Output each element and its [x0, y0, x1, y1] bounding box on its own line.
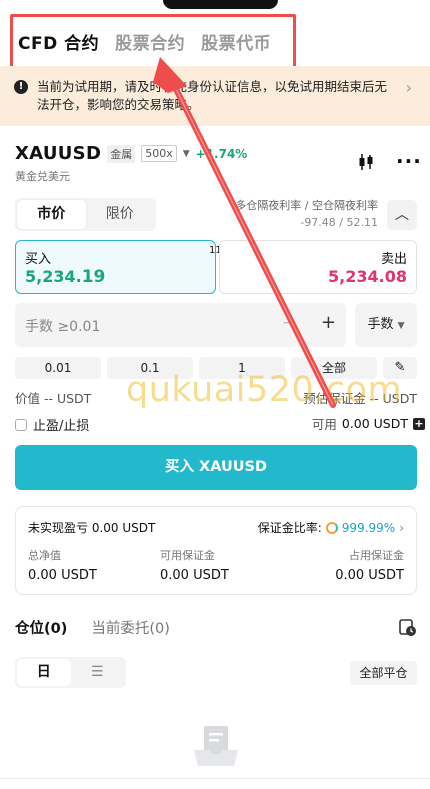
sell-price: 5,234.08 — [328, 267, 407, 286]
funding-value: -97.48 / 52.11 — [300, 216, 378, 229]
gauge-icon — [325, 521, 338, 534]
overnight-funding-rate: 多仓隔夜利率 / 空仓隔夜利率 -97.48 / 52.11 — [235, 197, 378, 231]
empty-document-icon — [194, 726, 238, 766]
tab-positions[interactable]: 仓位(0) — [15, 617, 67, 638]
candlestick-chart-icon[interactable] — [356, 152, 376, 172]
list-view-icon[interactable]: ☰ — [71, 659, 125, 686]
buy-price-box[interactable]: 买入 5,234.19 — [15, 240, 216, 294]
funding-label: 多仓隔夜利率 / 空仓隔夜利率 — [235, 199, 378, 212]
order-type-tabs: 市价 限价 — [15, 198, 156, 231]
available-amount: 0.00 USDT — [341, 416, 408, 431]
buy-price: 5,234.19 — [25, 267, 106, 287]
sell-label: 卖出 — [380, 252, 407, 267]
tpsl-label: 止盈/止损 — [33, 419, 90, 434]
unrealized-pnl: 未实现盈亏 0.00 USDT — [28, 521, 156, 535]
account-summary-card: 未实现盈亏 0.00 USDT 保证金比率: 999.99% › 总净值 0.0… — [15, 506, 417, 595]
caret-down-icon: ▼ — [397, 321, 405, 331]
view-toggle: 日 ☰ — [15, 657, 126, 688]
total-equity: 总净值 0.00 USDT — [28, 549, 97, 583]
card-view-button[interactable]: 日 — [17, 659, 71, 686]
buy-submit-button[interactable]: 买入 XAUUSD — [15, 445, 417, 490]
price-change: +1.74% — [195, 146, 248, 161]
warning-icon: ! — [14, 80, 28, 94]
more-options-icon[interactable]: ··· — [396, 151, 422, 171]
notice-text: 当前为试用期，请及时补充身份认证信息，以免试用期结束后无法开仓，影响您的交易策略… — [37, 79, 388, 112]
tab-limit-order[interactable]: 限价 — [86, 200, 155, 229]
quantity-unit-select[interactable]: 手数 ▼ — [355, 303, 417, 347]
instrument-header[interactable]: XAUUSD 金属 500x ▼ +1.74% — [15, 143, 247, 164]
quantity-input[interactable]: 手数 ≥0.01 − + — [15, 303, 346, 347]
tab-stock-contract[interactable]: 股票合约 — [115, 29, 185, 54]
tab-market-order[interactable]: 市价 — [17, 200, 86, 229]
close-all-positions-button[interactable]: 全部平仓 — [350, 661, 417, 685]
margin-ratio-label: 保证金比率: — [257, 521, 322, 535]
used-margin: 占用保证金 0.00 USDT — [335, 549, 404, 583]
available-label: 可用 — [311, 417, 337, 432]
bottom-divider — [0, 778, 430, 779]
sell-price-box[interactable]: 卖出 5,234.08 — [219, 240, 417, 294]
tab-cfd-contract[interactable]: CFD 合约 — [18, 29, 99, 54]
symbol-name: XAUUSD — [15, 143, 102, 164]
caret-down-icon[interactable]: ▼ — [183, 149, 190, 159]
margin-ratio[interactable]: 保证金比率: 999.99% › — [258, 519, 404, 536]
available-balance: 可用 0.00 USDT + — [312, 414, 425, 433]
trial-notice-banner[interactable]: ! 当前为试用期，请及时补充身份认证信息，以免试用期结束后无法开仓，影响您的交易… — [0, 66, 430, 126]
instrument-fullname: 黄金兑美元 — [15, 170, 70, 183]
phone-notch — [163, 0, 278, 9]
available-margin: 可用保证金 0.00 USDT — [160, 549, 229, 583]
tab-open-orders[interactable]: 当前委托(0) — [91, 617, 170, 638]
category-tag: 金属 — [107, 144, 136, 163]
quick-amount-0.01[interactable]: 0.01 — [15, 357, 101, 379]
product-tabs-highlight: CFD 合约 股票合约 股票代币 — [10, 14, 296, 72]
order-value: 价值 -- USDT — [15, 391, 92, 406]
tab-stock-token[interactable]: 股票代币 — [201, 29, 271, 54]
positions-tabs: 仓位(0) 当前委托(0) — [15, 617, 170, 638]
leverage-tag: 500x — [141, 145, 177, 162]
quantity-placeholder: 手数 ≥0.01 — [25, 319, 101, 335]
tpsl-toggle[interactable]: 止盈/止损 — [15, 415, 89, 434]
plus-button[interactable]: + — [321, 312, 336, 333]
minus-button[interactable]: − — [282, 313, 296, 333]
collapse-chevron-up-icon[interactable]: ︿ — [387, 200, 417, 230]
tpsl-checkbox[interactable] — [15, 418, 27, 431]
margin-ratio-value: 999.99% — [341, 520, 396, 535]
watermark: qukuai520.com — [126, 370, 403, 410]
chevron-right-icon: › — [399, 520, 404, 535]
buy-label: 买入 — [25, 252, 52, 267]
unit-label: 手数 — [367, 317, 394, 332]
deposit-plus-icon[interactable]: + — [413, 417, 425, 430]
chevron-right-icon: › — [405, 78, 412, 97]
history-clock-icon[interactable] — [397, 617, 417, 637]
